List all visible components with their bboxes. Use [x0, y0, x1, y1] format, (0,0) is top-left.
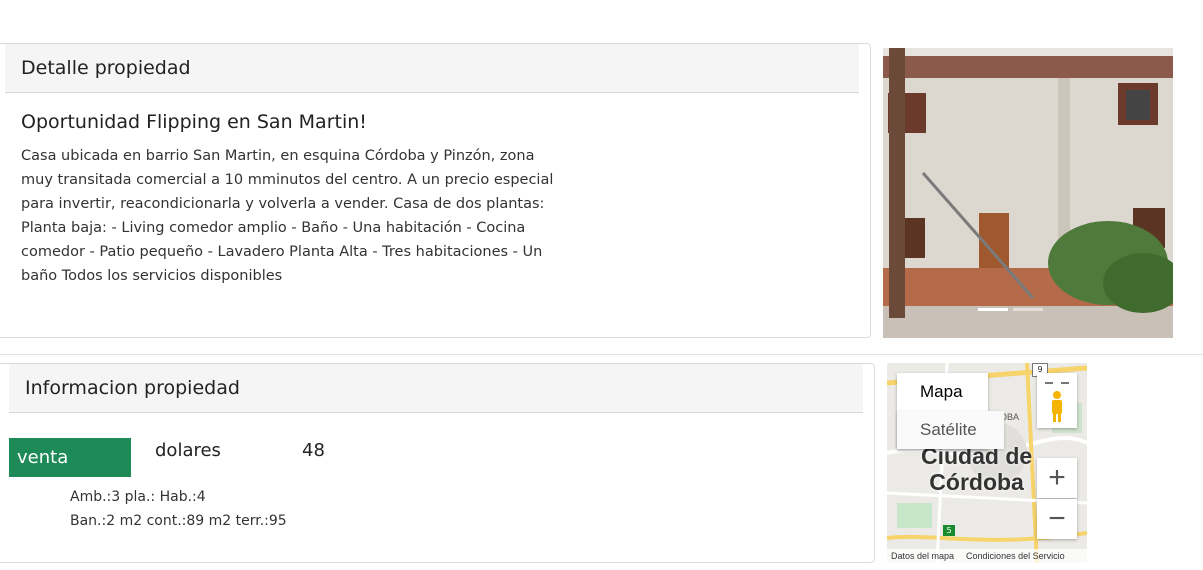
- zoom-in-button[interactable]: +: [1037, 458, 1077, 498]
- pegman-icon[interactable]: [1037, 373, 1077, 428]
- property-title: Oportunidad Flipping en San Martin!: [21, 111, 367, 133]
- info-header: Informacion propiedad: [9, 364, 863, 413]
- features-line-1: Amb.:3 pla.: Hab.:4: [70, 489, 206, 505]
- map-city-label: Ciudad de Córdoba: [921, 443, 1032, 495]
- map-type-control: Mapa Satélite: [897, 373, 1004, 449]
- city-line-2: Córdoba: [929, 469, 1024, 495]
- map-terms-link[interactable]: Condiciones del Servicio: [966, 551, 1065, 561]
- route-5-badge: 5: [943, 525, 955, 536]
- property-detail-card: Detalle propiedad Oportunidad Flipping e…: [0, 43, 871, 338]
- zoom-out-button[interactable]: −: [1037, 499, 1077, 539]
- features-line-2: Ban.:2 m2 cont.:89 m2 terr.:95: [70, 513, 287, 529]
- operation-badge: venta: [9, 438, 131, 477]
- currency-label: dolares: [155, 440, 221, 461]
- property-info-card: Informacion propiedad venta dolares 48 A…: [0, 363, 875, 563]
- map-type-map-button[interactable]: Mapa: [897, 373, 988, 411]
- property-photo-carousel[interactable]: [883, 48, 1173, 338]
- detail-header: Detalle propiedad: [5, 44, 859, 93]
- property-photo: [883, 48, 1173, 338]
- map-type-satellite-button[interactable]: Satélite: [897, 411, 1004, 449]
- location-map[interactable]: 9 OBA Ciudad de Córdoba 5 Mapa Satélite …: [887, 363, 1087, 563]
- price-value: 48: [302, 440, 325, 461]
- property-description: Casa ubicada en barrio San Martin, en es…: [21, 148, 554, 284]
- map-footer: Datos del mapa Condiciones del Servicio: [887, 549, 1087, 563]
- section-divider: [0, 354, 1203, 355]
- map-data-link[interactable]: Datos del mapa: [891, 551, 954, 561]
